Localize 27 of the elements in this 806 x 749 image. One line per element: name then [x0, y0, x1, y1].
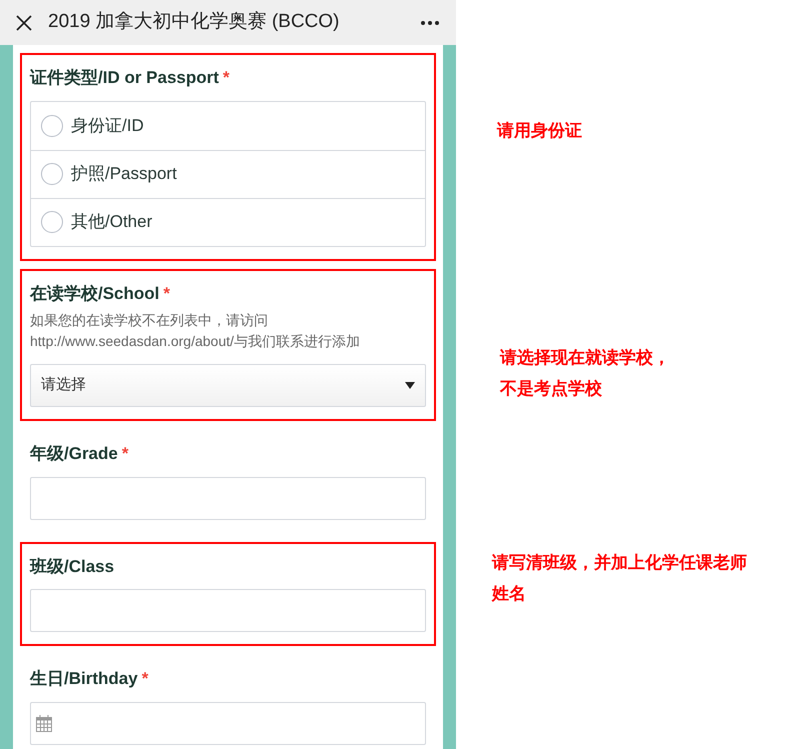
calendar-icon [36, 714, 52, 732]
annotation-note: 姓名 [492, 583, 527, 606]
caret-icon [405, 382, 415, 389]
field-label: 生日/Birthday [30, 668, 138, 690]
date-field[interactable] [30, 702, 426, 744]
close-icon[interactable] [16, 14, 32, 30]
field-label: 证件类型/ID or Passport [30, 67, 219, 89]
required-mark: * [163, 282, 170, 304]
required-mark: * [122, 443, 128, 465]
required-mark: * [142, 668, 148, 690]
field-label: 年级/Grade [30, 443, 118, 465]
field-label: 班级/Class [30, 556, 114, 578]
annotation-note: 请写清班级，并加上化学任课老师 [492, 552, 747, 575]
field-label: 在读学校/School [30, 282, 160, 304]
annotation-note: 请用身份证 [497, 120, 582, 143]
radio-option[interactable]: 其他/Other [31, 198, 425, 246]
help-text: 如果您的在读学校不在列表中，请访问 http://www.seedasdan.org/about/与我们联系进行添加 [30, 311, 361, 351]
select-dropdown[interactable]: 请选择 [30, 364, 426, 407]
input-field[interactable] [30, 589, 426, 632]
window-title: 2019 加拿大初中化学奥赛 (BCCO) [48, 10, 340, 34]
annotation-note: 请选择现在就读学校， [500, 347, 670, 370]
radio-option[interactable]: 护照/Passport [31, 150, 425, 198]
input-field[interactable] [30, 476, 426, 520]
required-mark: * [222, 67, 230, 89]
radio-option[interactable]: 身份证/ID [31, 102, 425, 150]
more-icon[interactable] [420, 20, 440, 26]
annotation-note: 不是考点学校 [500, 378, 603, 401]
